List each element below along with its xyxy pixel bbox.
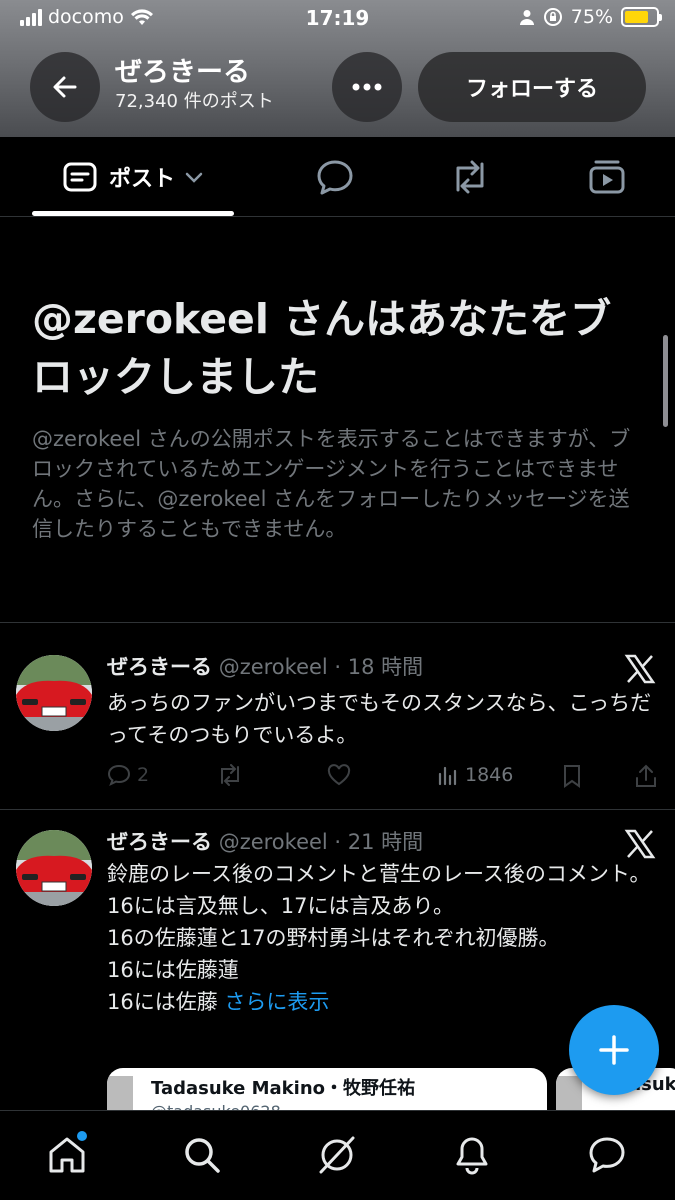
plus-icon [599,1035,629,1065]
tab-reposts[interactable] [435,137,505,217]
avatar-car-image [16,655,92,731]
grok-icon [319,1136,355,1174]
compose-button[interactable] [569,1005,659,1095]
reply-icon [107,764,131,786]
chevron-down-icon [185,172,203,183]
nav-grok[interactable] [317,1135,357,1175]
tweet-actions: 2 1846 [107,764,659,794]
back-arrow-icon [53,76,77,98]
avatar[interactable] [16,830,92,906]
more-dots-icon [352,83,382,91]
tweet-header: ぜろきーる @zerokeel · 18 時間 [107,653,423,681]
tweet-line-text: 16には佐藤 [107,990,218,1014]
more-button[interactable] [332,52,402,122]
tab-replies[interactable] [300,137,370,217]
tweet-line: 鈴鹿のレース後のコメントと菅生のレース後のコメント。 [107,862,651,886]
home-notification-dot [77,1131,87,1141]
bell-icon [456,1137,488,1175]
share-button[interactable] [635,764,657,788]
x-logo-icon [624,654,656,684]
video-icon [589,160,625,194]
share-icon [636,764,656,787]
nav-notifications[interactable] [452,1135,492,1175]
tab-posts-label: ポスト [108,167,175,192]
views-button[interactable]: 1846 [437,764,513,786]
rotation-lock-icon [543,8,562,26]
battery-icon [621,7,662,27]
reply-bubble-icon [317,160,353,195]
status-right: 75% [519,6,662,28]
bookmark-icon [564,765,580,788]
avatar-car-image [16,830,92,906]
blocked-description: @zerokeel さんの公開ポストを表示することはできますが、ブロックされてい… [32,427,631,541]
tweet-line: 16の佐藤蓮と17の野村勇斗はそれぞれ初優勝。 [107,926,560,950]
follow-button[interactable]: フォローする [418,52,646,122]
tweet-author-name[interactable]: ぜろきーる [107,830,212,854]
nav-home[interactable] [47,1135,87,1175]
tweet-author-name[interactable]: ぜろきーる [107,655,212,679]
bottom-nav [0,1110,675,1200]
repost-icon [221,764,239,786]
tweet-text: 鈴鹿のレース後のコメントと菅生のレース後のコメント。 16には言及無し、17には… [107,858,652,1018]
reply-count: 2 [137,764,150,786]
tweet-line: 16には佐藤蓮 [107,958,239,982]
back-button[interactable] [30,52,100,122]
profile-title-block: ぜろきーる 72,340 件のポスト [115,56,274,114]
tweet-line: 16には言及無し、17には言及あり。 [107,894,455,918]
repost-button[interactable] [217,764,243,786]
blocked-notice: @zerokeel さんはあなたをブロックしました @zerokeel さんの公… [32,290,642,544]
profile-tabs: ポスト [0,137,675,217]
bookmark-button[interactable] [562,764,582,788]
posts-filter-icon [63,162,97,192]
tweet-meta: @zerokeel · 18 時間 [218,655,424,679]
search-icon [185,1138,220,1173]
reply-button[interactable]: 2 [107,764,149,786]
tweet-text: あっちのファンがいつまでもそのスタンスなら、こっちだってそのつもりでいるよ。 [107,691,652,747]
tweet-meta: @zerokeel · 21 時間 [218,830,424,854]
scroll-indicator[interactable] [663,335,668,427]
views-bars-icon [438,766,457,786]
profile-header: docomo 17:19 75% ぜろきーる 72,340 件のポスト フォロー… [0,0,675,137]
avatar[interactable] [16,655,92,731]
show-more-link[interactable]: さらに表示 [224,990,329,1014]
tweet-header: ぜろきーる @zerokeel · 21 時間 [107,828,423,856]
heart-icon [327,764,351,786]
card-author-name: Tadasuke Makino・牧野任祐 [151,1078,416,1099]
tweet[interactable]: ぜろきーる @zerokeel · 18 時間 あっちのファンがいつまでもそのス… [0,623,675,809]
tab-posts[interactable]: ポスト [32,137,234,217]
post-count: 72,340 件のポスト [115,91,274,112]
messages-icon [589,1137,625,1173]
tab-videos[interactable] [572,137,642,217]
status-bar: docomo 17:19 75% [0,0,675,38]
nav-messages[interactable] [587,1135,627,1175]
like-button[interactable] [327,764,351,786]
views-count: 1846 [465,764,514,786]
nav-search[interactable] [182,1135,222,1175]
tab-active-indicator [32,211,234,216]
home-icon [49,1137,85,1173]
tweet-line: 16には佐藤 さらに表示 [107,986,652,1018]
blocked-title: @zerokeel さんはあなたをブロックしました [32,295,612,401]
battery-percent: 75% [570,6,613,28]
profile-name: ぜろきーる [115,57,250,88]
person-icon [519,10,534,25]
repost-icon [456,160,484,194]
x-logo-icon [624,829,656,859]
